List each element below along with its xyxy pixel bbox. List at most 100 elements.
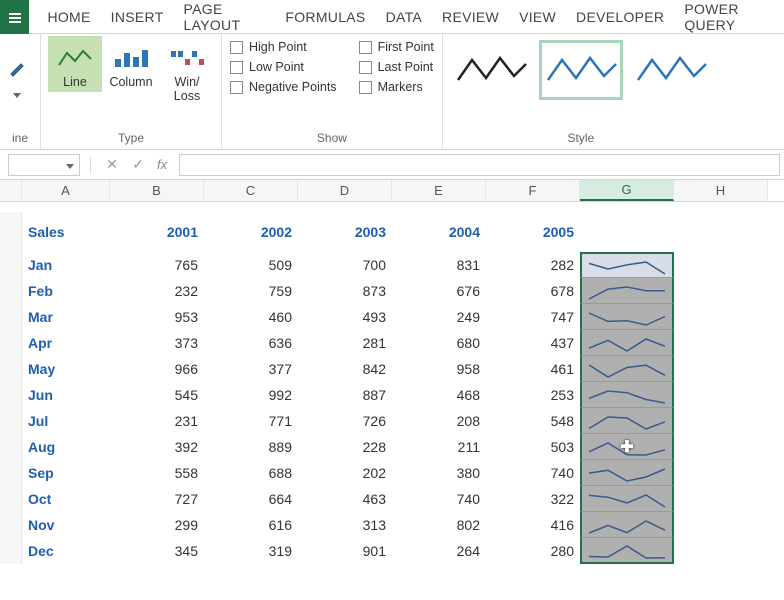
data-cell[interactable]: 548 <box>486 413 580 429</box>
year-header[interactable]: 2001 <box>110 224 204 240</box>
data-cell[interactable]: 463 <box>298 491 392 507</box>
select-all-corner[interactable] <box>0 180 22 201</box>
row-header[interactable] <box>0 408 22 434</box>
data-cell[interactable]: 759 <box>204 283 298 299</box>
month-cell[interactable]: Aug <box>22 439 110 455</box>
data-cell[interactable]: 280 <box>486 543 580 559</box>
data-cell[interactable]: 747 <box>486 309 580 325</box>
sparkline-cell[interactable] <box>580 356 674 382</box>
sparkline-cell[interactable] <box>580 538 674 564</box>
data-cell[interactable]: 958 <box>392 361 486 377</box>
col-header-G[interactable]: G <box>580 180 674 201</box>
data-cell[interactable]: 416 <box>486 517 580 533</box>
row-header[interactable] <box>0 512 22 538</box>
data-cell[interactable]: 322 <box>486 491 580 507</box>
row-header[interactable] <box>0 278 22 304</box>
row-header[interactable] <box>0 252 22 278</box>
data-cell[interactable]: 437 <box>486 335 580 351</box>
data-cell[interactable]: 678 <box>486 283 580 299</box>
tab-insert[interactable]: INSERT <box>101 0 174 34</box>
data-cell[interactable]: 842 <box>298 361 392 377</box>
sparkline-cell[interactable] <box>580 408 674 434</box>
chk-last-point[interactable]: Last Point <box>359 60 434 74</box>
chk-first-point[interactable]: First Point <box>359 40 434 54</box>
data-cell[interactable]: 460 <box>204 309 298 325</box>
data-cell[interactable]: 461 <box>486 361 580 377</box>
month-cell[interactable]: Apr <box>22 335 110 351</box>
data-cell[interactable]: 616 <box>204 517 298 533</box>
cancel-formula-icon[interactable]: ✕ <box>101 154 123 176</box>
data-cell[interactable]: 887 <box>298 387 392 403</box>
style-item-2[interactable] <box>539 40 623 100</box>
tab-review[interactable]: REVIEW <box>432 0 509 34</box>
data-cell[interactable]: 264 <box>392 543 486 559</box>
data-cell[interactable]: 345 <box>110 543 204 559</box>
sparkline-cell[interactable] <box>580 278 674 304</box>
month-cell[interactable]: May <box>22 361 110 377</box>
month-cell[interactable]: Jun <box>22 387 110 403</box>
data-cell[interactable]: 636 <box>204 335 298 351</box>
data-cell[interactable]: 740 <box>392 491 486 507</box>
data-cell[interactable]: 802 <box>392 517 486 533</box>
sparkline-cell[interactable] <box>580 512 674 538</box>
tab-formulas[interactable]: FORMULAS <box>275 0 375 34</box>
chk-low-point[interactable]: Low Point <box>230 60 337 74</box>
type-column-button[interactable]: Column <box>104 36 158 92</box>
data-cell[interactable]: 249 <box>392 309 486 325</box>
data-cell[interactable]: 966 <box>110 361 204 377</box>
month-cell[interactable]: Oct <box>22 491 110 507</box>
month-cell[interactable]: Sep <box>22 465 110 481</box>
year-header[interactable]: 2003 <box>298 224 392 240</box>
data-cell[interactable]: 299 <box>110 517 204 533</box>
sparkline-cell[interactable] <box>580 486 674 512</box>
enter-formula-icon[interactable]: ✓ <box>127 154 149 176</box>
data-cell[interactable]: 493 <box>298 309 392 325</box>
edit-data-dropdown[interactable] <box>6 85 28 107</box>
row-header[interactable] <box>0 212 22 252</box>
month-cell[interactable]: Mar <box>22 309 110 325</box>
row-header[interactable] <box>0 486 22 512</box>
data-cell[interactable]: 740 <box>486 465 580 481</box>
data-cell[interactable]: 873 <box>298 283 392 299</box>
data-cell[interactable]: 228 <box>298 439 392 455</box>
data-cell[interactable]: 211 <box>392 439 486 455</box>
data-cell[interactable]: 727 <box>110 491 204 507</box>
sparkline-cell[interactable] <box>580 330 674 356</box>
data-cell[interactable]: 377 <box>204 361 298 377</box>
col-header-H[interactable]: H <box>674 180 768 201</box>
data-cell[interactable]: 771 <box>204 413 298 429</box>
sparkline-cell[interactable] <box>580 460 674 486</box>
tab-view[interactable]: VIEW <box>509 0 566 34</box>
worksheet-grid[interactable]: Sales 2001 2002 2003 2004 2005 Jan765509… <box>0 212 784 564</box>
sparkline-cell[interactable] <box>580 382 674 408</box>
row-header[interactable] <box>0 460 22 486</box>
formula-input[interactable] <box>179 154 780 176</box>
data-cell[interactable]: 231 <box>110 413 204 429</box>
data-cell[interactable]: 253 <box>486 387 580 403</box>
data-cell[interactable]: 545 <box>110 387 204 403</box>
fx-icon[interactable]: fx <box>153 157 171 172</box>
data-cell[interactable]: 688 <box>204 465 298 481</box>
tab-page-layout[interactable]: PAGE LAYOUT <box>174 0 276 34</box>
month-cell[interactable]: Nov <box>22 517 110 533</box>
tab-power-query[interactable]: POWER QUERY <box>674 0 784 34</box>
sparkline-cell[interactable]: ✚ <box>580 434 674 460</box>
data-cell[interactable]: 232 <box>110 283 204 299</box>
data-cell[interactable]: 676 <box>392 283 486 299</box>
style-item-1[interactable] <box>449 40 533 100</box>
data-cell[interactable]: 208 <box>392 413 486 429</box>
data-cell[interactable]: 992 <box>204 387 298 403</box>
col-header-E[interactable]: E <box>392 180 486 201</box>
data-cell[interactable]: 319 <box>204 543 298 559</box>
sparkline-cell[interactable] <box>580 304 674 330</box>
chk-negative-points[interactable]: Negative Points <box>230 80 337 94</box>
data-cell[interactable]: 202 <box>298 465 392 481</box>
data-cell[interactable]: 282 <box>486 257 580 273</box>
month-cell[interactable]: Jul <box>22 413 110 429</box>
data-cell[interactable]: 901 <box>298 543 392 559</box>
row-header[interactable] <box>0 382 22 408</box>
col-header-F[interactable]: F <box>486 180 580 201</box>
data-cell[interactable]: 953 <box>110 309 204 325</box>
year-header[interactable]: 2002 <box>204 224 298 240</box>
month-cell[interactable]: Dec <box>22 543 110 559</box>
